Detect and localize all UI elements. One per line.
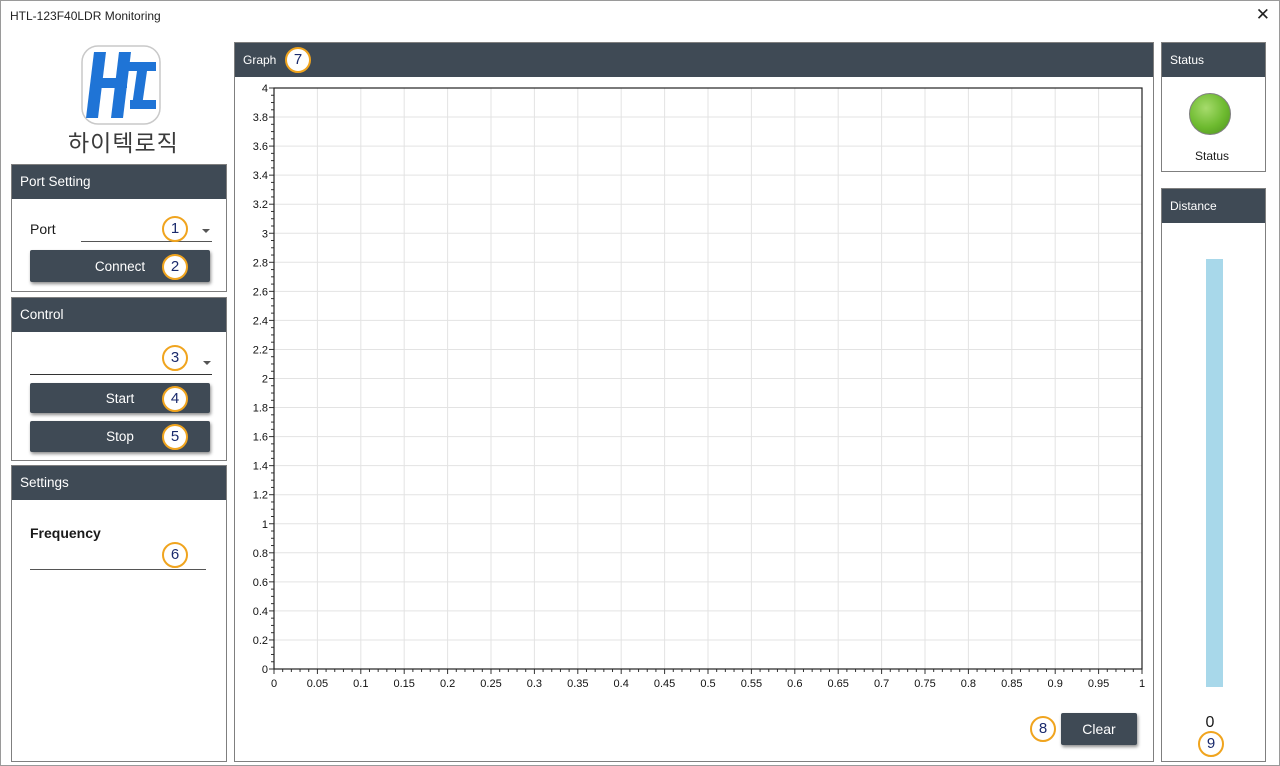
y-tick-label: 1.2	[253, 490, 268, 502]
x-tick-label: 0.45	[654, 678, 675, 690]
y-tick-label: 3	[262, 228, 268, 240]
y-tick-label: 0.6	[253, 577, 268, 589]
y-tick-label: 2	[262, 374, 268, 386]
y-tick-label: 1.4	[253, 461, 268, 473]
y-tick-label: 0.2	[253, 635, 268, 647]
settings-header: Settings	[12, 466, 226, 500]
port-combobox-underline	[81, 241, 212, 242]
logo-text: 하이텍로직	[68, 131, 179, 157]
x-tick-label: 0.3	[527, 678, 542, 690]
x-tick-label: 0.5	[700, 678, 715, 690]
annotation-badge-6: 6	[162, 542, 188, 568]
x-tick-label: 0	[271, 678, 277, 690]
x-tick-label: 0.75	[914, 678, 935, 690]
y-tick-label: 2.8	[253, 257, 268, 269]
x-tick-label: 0.6	[787, 678, 802, 690]
annotation-badge-7: 7	[285, 47, 311, 73]
y-tick-label: 1.6	[253, 432, 268, 444]
x-tick-label: 1	[1139, 678, 1145, 690]
y-tick-label: 0.4	[253, 606, 268, 618]
x-tick-label: 0.8	[961, 678, 976, 690]
x-tick-label: 0.2	[440, 678, 455, 690]
x-tick-label: 0.65	[827, 678, 848, 690]
x-tick-label: 0.05	[307, 678, 328, 690]
graph-chart: 0 0.05 0.1 0.15 0.2 0.25 0.3 0.35 0.4 0.45 0.5 0.55…	[253, 83, 1145, 690]
annotation-badge-1: 1	[162, 216, 188, 242]
y-tick-label: 2.6	[253, 286, 268, 298]
status-label: Status	[1194, 149, 1230, 163]
status-led-icon	[1189, 93, 1231, 135]
x-tick-label: 0.35	[567, 678, 588, 690]
frequency-underline	[30, 569, 206, 570]
status-header: Status	[1162, 43, 1265, 77]
close-icon[interactable]: ✕	[1256, 5, 1270, 25]
distance-header: Distance	[1162, 189, 1265, 223]
window-title: HTL-123F40LDR Monitoring	[10, 9, 161, 23]
port-combobox[interactable]	[81, 218, 212, 242]
port-label: Port	[30, 221, 56, 237]
port-setting-header: Port Setting	[12, 165, 226, 199]
x-tick-label: 0.1	[353, 678, 368, 690]
control-header: Control	[12, 298, 226, 332]
logo	[80, 44, 162, 126]
control-mode-underline	[30, 374, 212, 375]
x-tick-label: 0.7	[874, 678, 889, 690]
x-tick-label: 0.9	[1048, 678, 1063, 690]
settings-panel: Settings	[11, 465, 227, 762]
annotation-badge-9: 9	[1198, 731, 1224, 757]
status-indicator-area: Status	[1162, 85, 1265, 171]
graph-header: Graph	[235, 43, 1153, 77]
y-tick-label: 4	[262, 83, 268, 95]
x-tick-label: 0.55	[741, 678, 762, 690]
x-tick-label: 0.15	[393, 678, 414, 690]
y-tick-label: 2.4	[253, 315, 268, 327]
distance-bar	[1206, 259, 1223, 687]
x-tick-label: 0.85	[1001, 678, 1022, 690]
y-tick-label: 0.8	[253, 548, 268, 560]
y-tick-label: 3.6	[253, 141, 268, 153]
chevron-down-icon[interactable]	[202, 229, 210, 233]
y-tick-label: 1	[262, 519, 268, 531]
x-tick-label: 0.4	[614, 678, 629, 690]
chevron-down-icon[interactable]	[203, 361, 211, 365]
annotation-badge-3: 3	[162, 345, 188, 371]
y-tick-label: 3.8	[253, 112, 268, 124]
y-tick-label: 0	[262, 664, 268, 676]
clear-button[interactable]: Clear	[1061, 713, 1137, 745]
annotation-badge-5: 5	[162, 424, 188, 450]
annotation-badge-8: 8	[1030, 716, 1056, 742]
status-panel: Status Status	[1161, 42, 1266, 172]
y-tick-label: 3.4	[253, 170, 268, 182]
htl-logo-icon	[81, 45, 161, 125]
title-bar: HTL-123F40LDR Monitoring ✕	[0, 0, 1280, 34]
y-tick-label: 3.2	[253, 199, 268, 211]
y-tick-label: 1.8	[253, 403, 268, 415]
x-tick-label: 0.95	[1088, 678, 1109, 690]
annotation-badge-2: 2	[162, 254, 188, 280]
distance-value: 0	[1205, 714, 1215, 731]
frequency-label: Frequency	[30, 525, 101, 541]
y-tick-label: 2.2	[253, 344, 268, 356]
x-tick-label: 0.25	[480, 678, 501, 690]
annotation-badge-4: 4	[162, 386, 188, 412]
